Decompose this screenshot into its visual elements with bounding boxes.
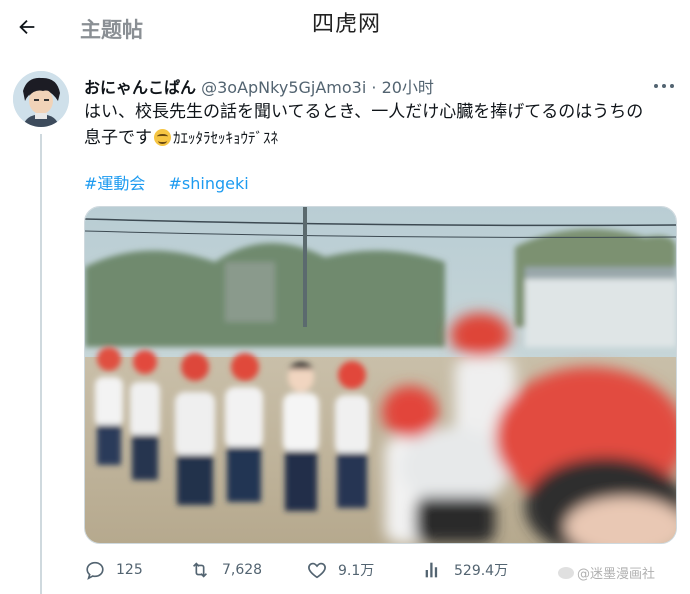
- views-button[interactable]: 529.4万: [422, 556, 508, 584]
- timestamp[interactable]: 20小时: [382, 78, 434, 97]
- retweet-count: 7,628: [222, 562, 263, 578]
- sports-day-photo: [85, 207, 676, 543]
- hashtag-link[interactable]: #運動会: [84, 174, 145, 193]
- more-dots-icon: [654, 84, 674, 88]
- reply-icon: [86, 561, 104, 580]
- retweet-button[interactable]: 7,628: [188, 556, 262, 584]
- avatar-image: [13, 71, 69, 127]
- tweet-text: はい、校長先生の話を聞いてるとき、一人だけ心臓を捧げてるのはうちの 息子です ｶｴ…: [84, 99, 674, 151]
- avatar[interactable]: [13, 71, 69, 127]
- back-button[interactable]: [12, 12, 42, 42]
- tweet-header: おにゃんこぱん @3oApNky5GjAmo3i · 20小时: [84, 74, 434, 98]
- like-count: 9.1万: [338, 563, 375, 579]
- thread-line: [40, 134, 42, 594]
- weibo-logo-icon: [558, 566, 574, 579]
- heart-icon: [308, 562, 326, 579]
- user-handle[interactable]: @3oApNky5GjAmo3i: [201, 78, 366, 97]
- more-options-button[interactable]: [652, 78, 676, 92]
- tweet-text-line2: 息子です ｶｴｯﾀﾗｾｯｷｮｳﾃﾞｽﾈ: [84, 125, 674, 151]
- reply-button[interactable]: 125: [84, 556, 143, 584]
- display-name[interactable]: おにゃんこぱん: [84, 78, 196, 97]
- retweet-icon: [192, 562, 208, 578]
- smiling-face-icon: [154, 129, 171, 146]
- tweet-text-line1: はい、校長先生の話を聞いてるとき、一人だけ心臓を捧げてるのはうちの: [84, 102, 644, 122]
- hashtag-link[interactable]: #shingeki: [169, 174, 249, 193]
- header-bar: 主题帖 四虎网: [0, 0, 690, 56]
- arrow-left-icon: [19, 19, 35, 35]
- tweet-photo[interactable]: [84, 206, 677, 544]
- weibo-watermark-text: @迷墨漫画社: [577, 567, 656, 582]
- view-count: 529.4万: [454, 563, 509, 579]
- separator-dot: ·: [371, 78, 377, 97]
- reply-count: 125: [116, 562, 143, 578]
- tweet-text-katakana: ｶｴｯﾀﾗｾｯｷｮｳﾃﾞｽﾈ: [173, 129, 279, 147]
- page-title: 主题帖: [80, 18, 143, 42]
- like-button[interactable]: 9.1万: [306, 556, 374, 584]
- views-bar-chart-icon: [425, 562, 438, 578]
- watermark-text: 四虎网: [312, 12, 382, 37]
- hashtag-list: #運動会 #shingeki: [84, 170, 267, 194]
- tweet-text-main: 息子です: [84, 128, 152, 148]
- weibo-watermark: @迷墨漫画社: [558, 563, 655, 582]
